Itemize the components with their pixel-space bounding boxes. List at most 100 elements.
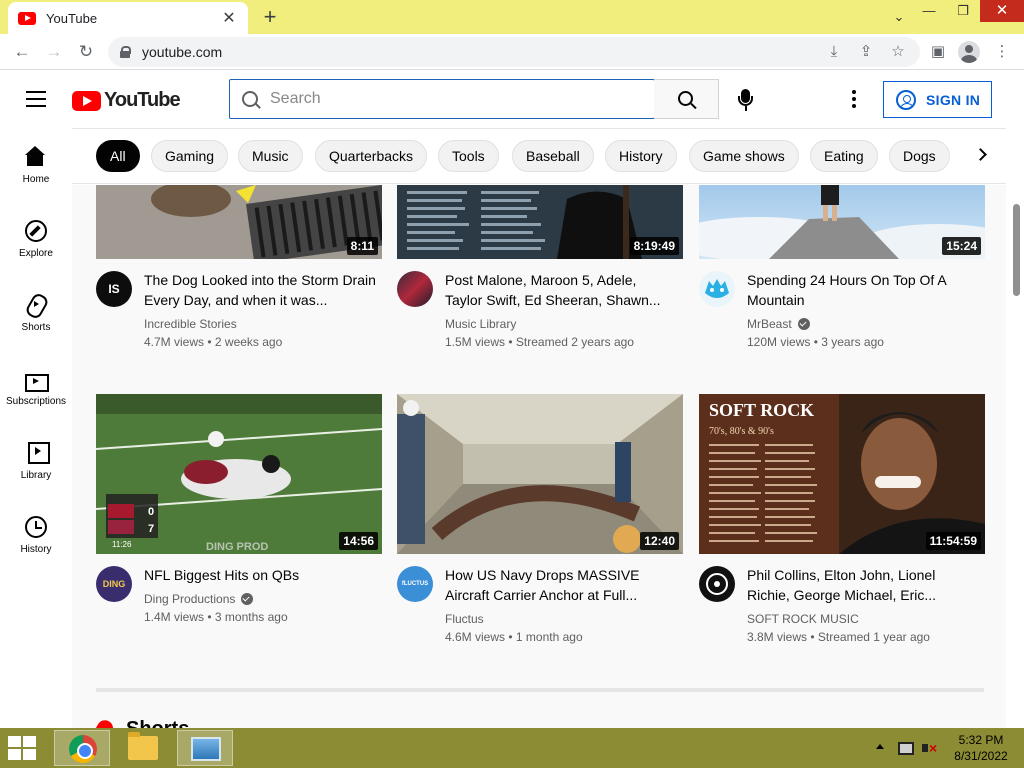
lock-icon[interactable]: [120, 46, 131, 58]
profile-avatar-icon[interactable]: [958, 41, 980, 63]
channel-avatar[interactable]: [699, 271, 735, 307]
video-meta: 1.4M views • 3 months ago: [144, 610, 288, 624]
sidebar-item-label: History: [20, 544, 52, 555]
side-panel-icon[interactable]: ▣: [926, 40, 950, 64]
sidebar-item-explore[interactable]: Explore: [0, 202, 72, 276]
channel-avatar[interactable]: fLUCTUS: [397, 566, 433, 602]
search-box[interactable]: [229, 79, 655, 119]
reload-button[interactable]: ↻: [72, 38, 100, 66]
close-window-button[interactable]: ✕: [980, 0, 1024, 22]
chip-all[interactable]: All: [96, 140, 140, 172]
video-meta: 3.8M views • Streamed 1 year ago: [747, 630, 930, 644]
video-title[interactable]: The Dog Looked into the Storm Drain Ever…: [144, 270, 376, 310]
view-count: 4.6M views: [445, 630, 506, 644]
chip-music[interactable]: Music: [238, 140, 303, 172]
sidebar-item-library[interactable]: Library: [0, 424, 72, 498]
sign-in-button[interactable]: SIGN IN: [883, 81, 992, 118]
chip-bar: All Gaming Music Quarterbacks Tools Base…: [72, 128, 1006, 184]
soft-rock-thumb-subtitle: 70's, 80's & 90's: [709, 426, 774, 437]
start-button[interactable]: [8, 736, 38, 760]
video-thumbnail[interactable]: 15:24: [699, 185, 985, 259]
minimize-button[interactable]: —: [912, 0, 946, 22]
chip-quarterbacks[interactable]: Quarterbacks: [315, 140, 428, 172]
video-meta: 120M views • 3 years ago: [747, 335, 884, 349]
video-thumbnail[interactable]: 8:11: [96, 185, 382, 259]
hamburger-menu-icon[interactable]: [26, 91, 46, 107]
channel-name[interactable]: MrBeast: [747, 317, 810, 331]
chip-tools[interactable]: Tools: [438, 140, 499, 172]
sidebar-item-history[interactable]: History: [0, 498, 72, 572]
channel-avatar[interactable]: [397, 271, 433, 307]
channel-name-text[interactable]: Music Library: [445, 317, 516, 331]
tab-search-chevron-icon[interactable]: ⌄: [882, 6, 916, 28]
video-thumbnail[interactable]: 8:19:49: [397, 185, 683, 259]
shorts-icon: [25, 294, 47, 316]
sidebar-item-shorts[interactable]: Shorts: [0, 276, 72, 350]
browser-menu-icon[interactable]: ⋮: [990, 40, 1014, 64]
install-app-icon[interactable]: ⤓: [822, 40, 846, 64]
sidebar-item-home[interactable]: Home: [0, 128, 72, 202]
channel-name-text[interactable]: MrBeast: [747, 317, 792, 331]
channel-name[interactable]: Music Library: [445, 317, 516, 331]
show-hidden-icons-icon[interactable]: [876, 744, 884, 749]
video-thumbnail[interactable]: 0 7 11:26 DING PROD 14:56: [96, 394, 382, 554]
video-duration: 11:54:59: [925, 532, 981, 550]
channel-name-text[interactable]: SOFT ROCK MUSIC: [747, 612, 859, 626]
masthead: YouTube SIGN IN: [0, 70, 1024, 128]
video-title[interactable]: How US Navy Drops MASSIVE Aircraft Carri…: [445, 565, 677, 605]
browser-tab[interactable]: YouTube ✕: [8, 2, 248, 34]
video-title[interactable]: Spending 24 Hours On Top Of A Mountain: [747, 270, 979, 310]
url-text[interactable]: youtube.com: [142, 44, 222, 60]
video-title[interactable]: Phil Collins, Elton John, Lionel Richie,…: [747, 565, 979, 605]
page-scrollbar[interactable]: [1006, 128, 1024, 728]
scrollbar-thumb[interactable]: [1013, 204, 1020, 296]
channel-name[interactable]: Ding Productions: [144, 592, 254, 606]
chip-game-shows[interactable]: Game shows: [689, 140, 799, 172]
microphone-icon[interactable]: [734, 88, 758, 112]
address-bar[interactable]: youtube.com: [108, 37, 920, 67]
video-thumbnail[interactable]: SOFT ROCK 70's, 80's & 90's 11:54:59: [699, 394, 985, 554]
sidebar-item-subscriptions[interactable]: Subscriptions: [0, 350, 72, 424]
taskbar-file-explorer[interactable]: [115, 730, 171, 766]
channel-name-text[interactable]: Ding Productions: [144, 592, 235, 606]
new-tab-button[interactable]: +: [258, 5, 282, 29]
browser-tabstrip: YouTube ✕ + ⌄ — ❐ ✕: [0, 0, 1024, 34]
channel-avatar[interactable]: DING: [96, 566, 132, 602]
system-clock[interactable]: 5:32 PM 8/31/2022: [944, 732, 1018, 764]
youtube-logo[interactable]: YouTube: [72, 89, 181, 112]
restore-button[interactable]: ❐: [946, 0, 980, 22]
volume-muted-icon[interactable]: [922, 741, 938, 755]
back-button[interactable]: ←: [8, 38, 36, 66]
sidebar-item-label: Library: [20, 470, 52, 481]
view-count: 3.8M views: [747, 630, 808, 644]
bookmark-star-icon[interactable]: ☆: [886, 40, 910, 64]
taskbar-image-viewer[interactable]: [177, 730, 233, 766]
browser-toolbar: ← → ↻ youtube.com ⤓ ⇪ ☆ ▣ ⋮: [0, 34, 1024, 70]
forward-button[interactable]: →: [40, 38, 68, 66]
library-icon: [25, 442, 50, 464]
video-title[interactable]: Post Malone, Maroon 5, Adele, Taylor Swi…: [445, 270, 677, 310]
share-icon[interactable]: ⇪: [854, 40, 878, 64]
search-button[interactable]: [654, 79, 719, 119]
taskbar-chrome[interactable]: [54, 730, 110, 766]
chip-gaming[interactable]: Gaming: [151, 140, 229, 172]
network-icon[interactable]: [898, 742, 914, 755]
video-meta: 4.6M views • 1 month ago: [445, 630, 583, 644]
channel-name[interactable]: Fluctus: [445, 612, 484, 626]
chip-eating[interactable]: Eating: [810, 140, 878, 172]
video-title[interactable]: NFL Biggest Hits on QBs: [144, 565, 376, 585]
channel-name-text[interactable]: Fluctus: [445, 612, 484, 626]
search-input[interactable]: [270, 90, 630, 108]
channel-name[interactable]: Incredible Stories: [144, 317, 237, 331]
tab-close-button[interactable]: ✕: [220, 8, 238, 28]
channel-name-text[interactable]: Incredible Stories: [144, 317, 237, 331]
chip-baseball[interactable]: Baseball: [512, 140, 594, 172]
channel-name[interactable]: SOFT ROCK MUSIC: [747, 612, 859, 626]
chip-scroll-right-icon[interactable]: [972, 145, 992, 165]
chip-dogs[interactable]: Dogs: [889, 140, 950, 172]
channel-avatar[interactable]: IS: [96, 271, 132, 307]
video-thumbnail[interactable]: 12:40: [397, 394, 683, 554]
channel-avatar[interactable]: [699, 566, 735, 602]
chip-history[interactable]: History: [605, 140, 677, 172]
settings-kebab-icon[interactable]: [848, 90, 860, 110]
